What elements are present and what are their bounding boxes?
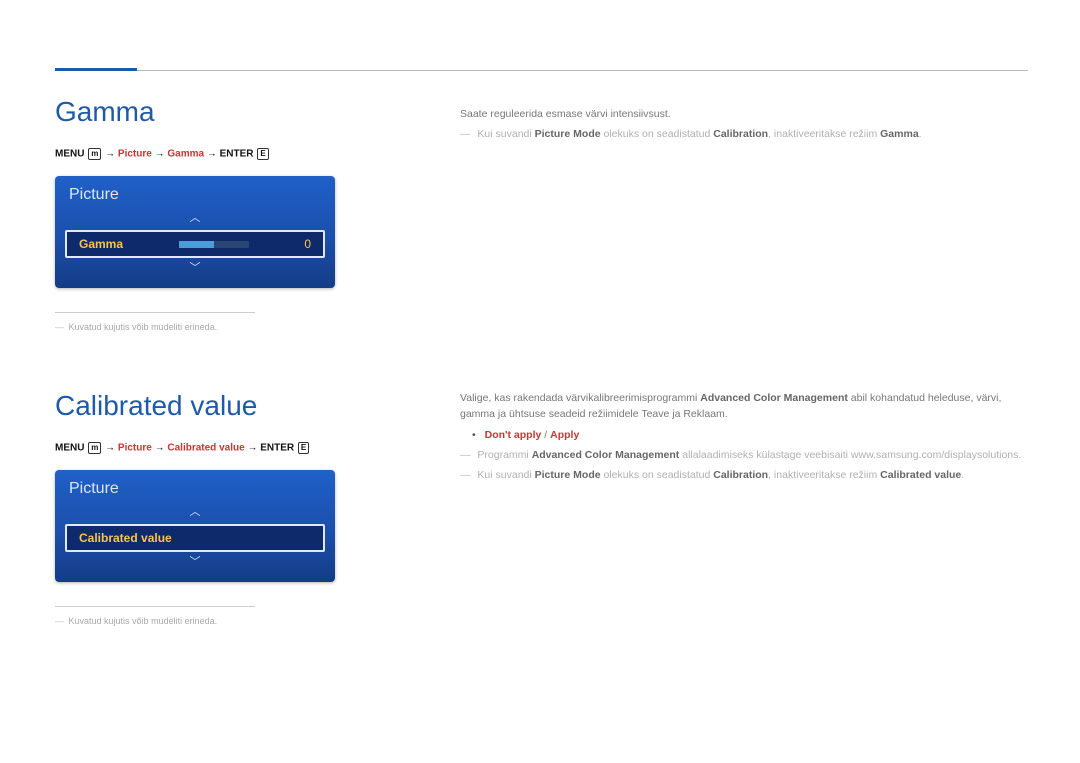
acm-bold: Advanced Color Management (700, 392, 848, 404)
page-top-rule (55, 70, 1028, 71)
section-calibrated-right: Valige, kas rakendada värvikalibreerimis… (460, 390, 1028, 487)
dash-icon: ― (55, 322, 64, 332)
gamma-slider-fill (179, 241, 214, 248)
osd-selected-row[interactable]: Calibrated value (65, 524, 325, 552)
t: Kui suvandi (477, 128, 531, 140)
osd-title: Picture (55, 470, 335, 504)
acm-bold: Advanced Color Management (532, 449, 680, 461)
osd-arrow-up-row[interactable]: ︿ (55, 504, 335, 522)
t: Kui suvandi (477, 469, 531, 481)
bc-picture: Picture (118, 149, 152, 160)
osd-selected-label: Gamma (79, 237, 123, 251)
dash-icon: ― (55, 616, 64, 626)
footnote-text: Kuvatud kujutis võib mudeliti erineda. (69, 322, 218, 332)
osd-panel-calibrated: Picture ︿ Calibrated value ﹀ (55, 470, 335, 582)
t: olekuks on seadistatud (604, 469, 711, 481)
option-dont-apply: Don't apply (485, 429, 542, 441)
gamma-desc: Saate reguleerida esmase värvi intensiiv… (460, 106, 1028, 122)
section-calibrated-left: Calibrated value MENU m → Picture → Cali… (55, 390, 385, 628)
osd-selected-value: 0 (304, 237, 311, 251)
breadcrumb-gamma: MENU m → Picture → Gamma → ENTER E (55, 148, 385, 160)
divider (55, 606, 255, 607)
bc-calibrated: Calibrated value (167, 443, 244, 454)
osd-arrow-up-row[interactable]: ︿ (55, 210, 335, 228)
section-gamma-right: Saate reguleerida esmase värvi intensiiv… (460, 106, 1028, 147)
dash-icon: ― (460, 449, 471, 461)
calibrated-value-bold: Calibrated value (880, 469, 961, 481)
t: allalaadimiseks külastage veebisaiti www… (682, 449, 1021, 461)
t: olekuks on seadistatud (604, 128, 711, 140)
breadcrumb-calibrated: MENU m → Picture → Calibrated value → EN… (55, 442, 385, 454)
bc-gamma: Gamma (167, 149, 204, 160)
osd-selected-label: Calibrated value (79, 531, 172, 545)
option-apply: Apply (550, 429, 579, 441)
t: / (544, 429, 547, 441)
calibration-bold: Calibration (713, 128, 768, 140)
bc-arrow: → (155, 443, 165, 454)
section-gamma-left: Gamma MENU m → Picture → Gamma → ENTER E… (55, 96, 385, 334)
t: . (961, 469, 964, 481)
bc-arrow: → (207, 149, 217, 160)
bc-arrow: → (155, 149, 165, 160)
footnote-calibrated: ― Kuvatud kujutis võib mudeliti erineda. (55, 615, 385, 628)
dash-icon: ― (460, 469, 471, 481)
chevron-up-icon: ︿ (190, 505, 201, 519)
footnote-text: Kuvatud kujutis võib mudeliti erineda. (69, 616, 218, 626)
t: , inaktiveeritakse režiim (768, 469, 877, 481)
bc-enter: ENTER (220, 149, 254, 160)
cal-note-2: ― Kui suvandi Picture Mode olekuks on se… (460, 467, 1028, 483)
picture-mode-bold: Picture Mode (535, 128, 601, 140)
cal-options: • Don't apply / Apply (460, 427, 1028, 443)
cal-note-1: ― Programmi Advanced Color Management al… (460, 447, 1028, 463)
chevron-down-icon: ﹀ (190, 261, 201, 275)
osd-arrow-down-row[interactable]: ﹀ (55, 554, 335, 572)
heading-gamma: Gamma (55, 96, 385, 128)
menu-icon: m (88, 148, 101, 160)
gamma-slider[interactable] (179, 241, 249, 248)
enter-icon: E (298, 442, 309, 454)
enter-icon: E (257, 148, 268, 160)
picture-mode-bold: Picture Mode (535, 469, 601, 481)
gamma-note: ― Kui suvandi Picture Mode olekuks on se… (460, 126, 1028, 142)
bc-menu: MENU (55, 443, 84, 454)
heading-calibrated: Calibrated value (55, 390, 385, 422)
bc-picture: Picture (118, 443, 152, 454)
bc-enter: ENTER (260, 443, 294, 454)
t: . (919, 128, 922, 140)
t: Programmi (477, 449, 528, 461)
osd-selected-row[interactable]: Gamma 0 (65, 230, 325, 258)
t: Valige, kas rakendada värvikalibreerimis… (460, 392, 697, 404)
chevron-up-icon: ︿ (190, 211, 201, 225)
divider (55, 312, 255, 313)
dash-icon: ― (460, 128, 471, 140)
t: , inaktiveeritakse režiim (768, 128, 877, 140)
chevron-down-icon: ﹀ (190, 555, 201, 569)
footnote-gamma: ― Kuvatud kujutis võib mudeliti erineda. (55, 321, 385, 334)
osd-panel-gamma: Picture ︿ Gamma 0 ﹀ (55, 176, 335, 288)
gamma-bold: Gamma (880, 128, 919, 140)
cal-desc: Valige, kas rakendada värvikalibreerimis… (460, 390, 1028, 423)
page-top-rule-accent (55, 68, 137, 71)
osd-title: Picture (55, 176, 335, 210)
calibration-bold: Calibration (713, 469, 768, 481)
bc-menu: MENU (55, 149, 84, 160)
bc-arrow: → (247, 443, 257, 454)
bc-arrow: → (105, 443, 115, 454)
bullet-icon: • (472, 429, 476, 441)
menu-icon: m (88, 442, 101, 454)
osd-arrow-down-row[interactable]: ﹀ (55, 260, 335, 278)
bc-arrow: → (105, 149, 115, 160)
